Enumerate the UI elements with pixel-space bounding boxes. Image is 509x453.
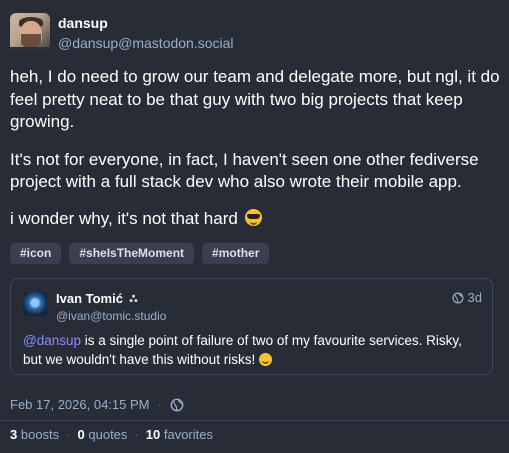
separator-dot: · bbox=[66, 427, 71, 442]
author-avatar[interactable] bbox=[10, 13, 50, 53]
quoted-author-avatar[interactable] bbox=[23, 292, 47, 316]
hashtag[interactable]: #sheIsTheMoment bbox=[69, 243, 195, 264]
quoted-author-name[interactable]: Ivan Tomić bbox=[56, 291, 138, 306]
post-paragraph: It's not for everyone, in fact, I haven'… bbox=[10, 149, 479, 192]
post-stats: 3 boosts · 0 quotes · 10 favorites bbox=[10, 427, 213, 442]
mention-link[interactable]: @dansup bbox=[23, 333, 81, 348]
quoted-post[interactable]: Ivan Tomić @ivan@tomic.studio 3d @dansup… bbox=[10, 278, 493, 375]
author-display-name[interactable]: dansup bbox=[58, 14, 234, 32]
quoted-author-handle[interactable]: @ivan@tomic.studio bbox=[56, 309, 166, 323]
author-names: dansup @dansup@mastodon.social bbox=[58, 14, 234, 52]
bot-icon bbox=[129, 294, 137, 303]
globe-icon bbox=[170, 398, 184, 411]
post-meta: Feb 17, 2026, 04:15 PM · bbox=[10, 397, 184, 412]
globe-icon bbox=[452, 292, 464, 303]
post-content: heh, I do need to grow our team and dele… bbox=[10, 66, 500, 245]
boosts-link[interactable]: 3 boosts bbox=[10, 427, 59, 442]
quoted-post-text: @dansup is a single point of failure of … bbox=[23, 333, 462, 367]
hashtag[interactable]: #icon bbox=[10, 243, 62, 264]
author-handle[interactable]: @dansup@mastodon.social bbox=[58, 34, 234, 52]
hashtag[interactable]: #mother bbox=[202, 243, 270, 264]
quotes-link[interactable]: 0 quotes bbox=[78, 427, 128, 442]
post-paragraph: heh, I do need to grow our team and dele… bbox=[10, 67, 500, 131]
separator-dot: · bbox=[157, 397, 162, 412]
divider bbox=[0, 420, 509, 421]
post-paragraph: i wonder why, it's not that hard bbox=[10, 208, 500, 231]
grinning-emoji-icon bbox=[258, 353, 272, 366]
sunglasses-emoji-icon bbox=[244, 208, 262, 226]
post-header: dansup @dansup@mastodon.social bbox=[10, 13, 234, 53]
quoted-post-time[interactable]: 3d bbox=[452, 290, 482, 305]
separator-dot: · bbox=[134, 427, 139, 442]
favorites-link[interactable]: 10 favorites bbox=[146, 427, 213, 442]
post-timestamp[interactable]: Feb 17, 2026, 04:15 PM bbox=[10, 397, 149, 412]
hashtag-bar: #icon #sheIsTheMoment #mother bbox=[10, 243, 270, 264]
